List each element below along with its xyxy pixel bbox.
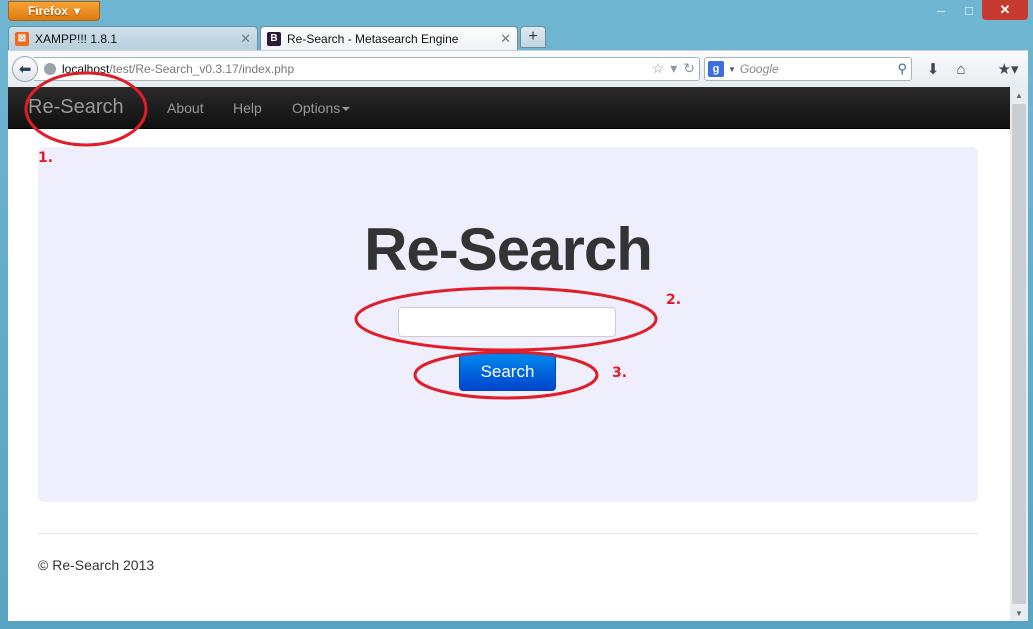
page-viewport: Re-Search About Help Options Re-Search S… [8, 87, 1028, 621]
brand-link[interactable]: Re-Search [28, 96, 124, 119]
chevron-down-icon[interactable]: ▼ [728, 65, 736, 74]
url-host: localhost [62, 62, 110, 76]
nav-options-label: Options [292, 100, 341, 116]
footer-divider [38, 533, 978, 534]
bootstrap-icon: B [267, 31, 281, 46]
nav-options[interactable]: Options [292, 100, 351, 116]
tab-re-search[interactable]: B Re-Search - Metasearch Engine ✕ [260, 26, 518, 50]
annotation-label-1: 1. [38, 150, 54, 166]
maximize-button[interactable]: □ [956, 0, 982, 20]
minimize-button[interactable]: – [926, 0, 956, 20]
bookmark-star-icon[interactable]: ☆ [652, 60, 665, 77]
footer-copyright: © Re-Search 2013 [38, 557, 155, 573]
tab-strip: ⊠ XAMPP!!! 1.8.1 ✕ B Re-Search - Metasea… [8, 26, 1028, 50]
tab-xampp[interactable]: ⊠ XAMPP!!! 1.8.1 ✕ [8, 26, 258, 50]
xampp-icon: ⊠ [15, 31, 29, 46]
annotation-label-3: 3. [612, 365, 628, 381]
new-tab-button[interactable]: + [520, 26, 546, 48]
annotation-label-2: 2. [666, 292, 682, 308]
vertical-scrollbar[interactable]: ▲ ▼ [1010, 87, 1028, 621]
back-arrow-icon: ⬅ [18, 61, 32, 78]
chevron-down-icon: ▾ [73, 4, 81, 18]
close-window-button[interactable]: ✕ [982, 0, 1028, 20]
reload-icon[interactable]: ↻ [683, 60, 695, 77]
firefox-menu-label: Firefox [27, 4, 68, 18]
close-tab-icon[interactable]: ✕ [240, 31, 251, 47]
scroll-thumb[interactable] [1012, 104, 1026, 604]
back-button[interactable]: ⬅ [12, 56, 38, 82]
home-icon[interactable]: ⌂ [948, 57, 974, 81]
tab-label: Re-Search - Metasearch Engine [287, 31, 459, 46]
history-dropdown-icon[interactable]: ▾ [670, 60, 677, 77]
bookmarks-menu-icon[interactable]: ★▾ [988, 57, 1028, 81]
url-path: /test/Re-Search_v0.3.17/index.php [109, 62, 295, 76]
search-input[interactable] [398, 307, 616, 337]
address-bar[interactable]: localhost/test/Re-Search_v0.3.17/index.p… [34, 57, 700, 81]
nav-help[interactable]: Help [233, 100, 262, 116]
hero-unit: Re-Search Search [38, 147, 978, 502]
browser-toolbar: localhost/test/Re-Search_v0.3.17/index.p… [8, 50, 1028, 87]
download-icon[interactable]: ⬇ [920, 57, 946, 81]
google-icon[interactable]: g [708, 61, 724, 77]
caret-down-icon [342, 107, 351, 112]
search-placeholder: Google [739, 62, 779, 76]
search-button[interactable]: Search [459, 353, 556, 391]
firefox-menu-button[interactable]: Firefox ▾ [8, 1, 100, 21]
tab-label: XAMPP!!! 1.8.1 [35, 31, 118, 46]
page-title: Re-Search [364, 216, 653, 283]
search-icon[interactable]: ⚲ [897, 61, 907, 77]
search-bar[interactable]: g ▼ Google ⚲ [704, 57, 912, 81]
scroll-up-icon[interactable]: ▲ [1010, 87, 1028, 103]
nav-about[interactable]: About [167, 100, 204, 116]
scroll-down-icon[interactable]: ▼ [1010, 605, 1028, 621]
close-tab-icon[interactable]: ✕ [500, 31, 511, 47]
globe-icon [44, 63, 56, 75]
site-navbar: Re-Search About Help Options [8, 87, 1010, 129]
